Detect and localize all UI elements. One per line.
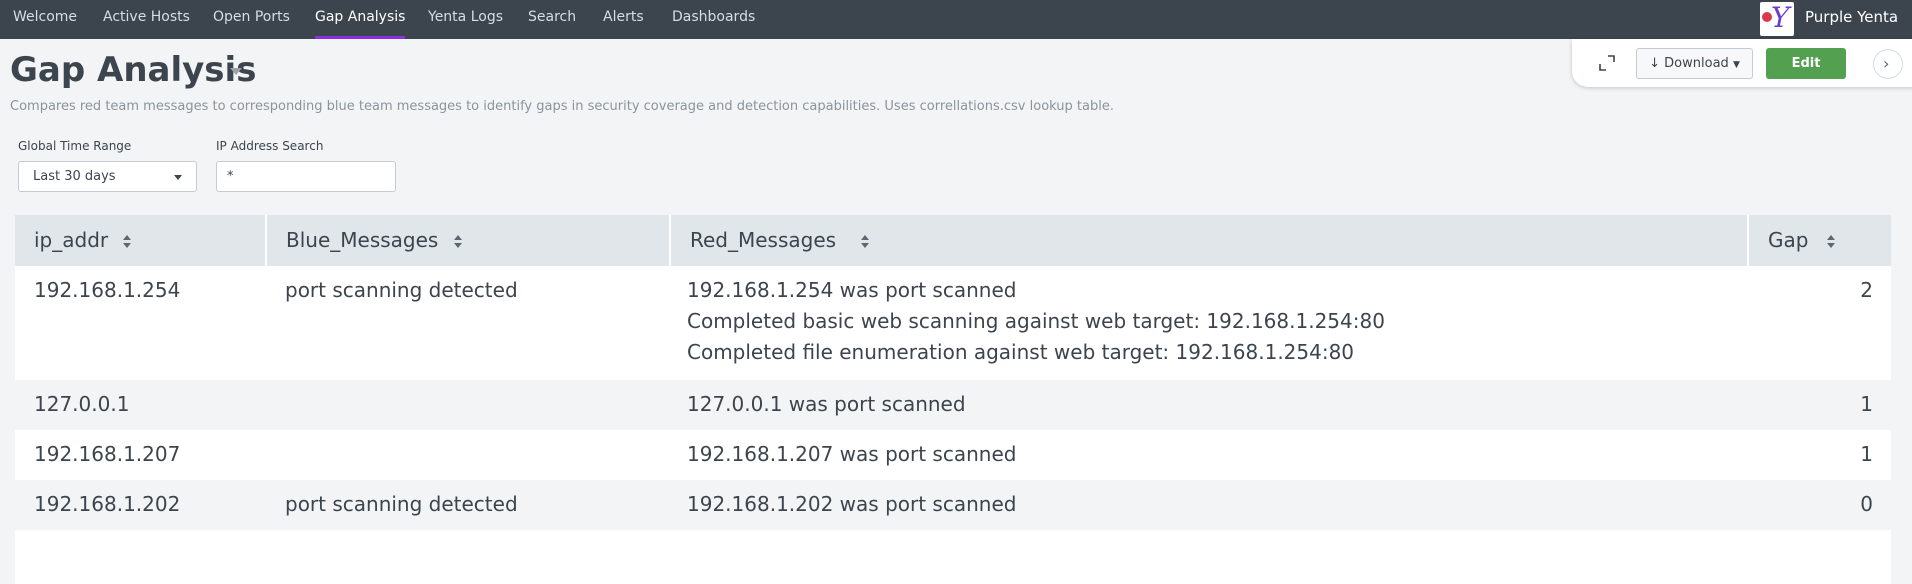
download-arrow-icon: ↓ — [1649, 56, 1661, 71]
download-label: Download — [1664, 56, 1729, 71]
time-range-value: Last 30 days — [33, 169, 116, 184]
page-title: Gap Analysis — [10, 50, 257, 90]
column-header-ip-addr[interactable]: ip_addr — [15, 215, 265, 266]
nav-item-welcome[interactable]: Welcome — [13, 0, 77, 39]
cell-ip-addr: 192.168.1.254 — [34, 278, 181, 302]
column-header-label: Red_Messages — [690, 228, 837, 252]
time-range-label: Global Time Range — [18, 139, 132, 153]
column-header-blue-messages[interactable]: Blue_Messages — [267, 215, 669, 266]
table-row[interactable]: 127.0.0.1 127.0.0.1 was port scanned 1 — [15, 380, 1891, 430]
table-row[interactable]: 192.168.1.254 port scanning detected 192… — [15, 266, 1891, 380]
column-header-gap[interactable]: Gap — [1749, 215, 1891, 266]
column-header-red-messages[interactable]: Red_Messages — [671, 215, 1747, 266]
sort-icon — [123, 235, 131, 249]
nav-item-dashboards[interactable]: Dashboards — [672, 0, 755, 39]
cell-red-message: Completed file enumeration against web t… — [687, 340, 1355, 364]
cell-ip-addr: 127.0.0.1 — [34, 392, 130, 416]
expand-icon — [1599, 55, 1615, 71]
nav-item-open-ports[interactable]: Open Ports — [213, 0, 290, 39]
sort-icon — [454, 235, 462, 249]
nav-item-active-hosts[interactable]: Active Hosts — [103, 0, 190, 39]
edit-button[interactable]: Edit — [1766, 48, 1846, 79]
ip-search-input[interactable] — [216, 161, 396, 192]
cell-red-message: 192.168.1.207 was port scanned — [687, 442, 1017, 466]
column-header-label: ip_addr — [34, 228, 109, 252]
app-logo[interactable]: Y — [1760, 1, 1794, 36]
nav-item-gap-analysis[interactable]: Gap Analysis — [315, 0, 406, 39]
cell-gap: 0 — [1860, 492, 1873, 516]
cell-gap: 1 — [1860, 392, 1873, 416]
cell-blue-message: port scanning detected — [285, 492, 518, 516]
ip-search-label: IP Address Search — [216, 139, 324, 153]
table-row[interactable]: 192.168.1.202 port scanning detected 192… — [15, 480, 1891, 530]
nav-item-alerts[interactable]: Alerts — [603, 0, 644, 39]
download-button[interactable]: ↓ Download ▼ — [1636, 48, 1753, 79]
cell-red-message: 192.168.1.202 was port scanned — [687, 492, 1017, 516]
title-menu-caret-icon[interactable] — [230, 68, 242, 75]
cell-red-message: 127.0.0.1 was port scanned — [687, 392, 966, 416]
sort-icon — [861, 235, 869, 249]
chevron-down-icon — [174, 175, 182, 180]
chevron-down-icon: ▼ — [1732, 60, 1740, 70]
sort-icon — [1827, 235, 1835, 249]
column-header-label: Gap — [1768, 228, 1809, 252]
cell-gap: 1 — [1860, 442, 1873, 466]
chevron-right-icon: › — [1883, 54, 1890, 73]
column-header-label: Blue_Messages — [286, 228, 439, 252]
fullscreen-button[interactable] — [1592, 48, 1622, 78]
next-button[interactable]: › — [1873, 49, 1903, 79]
cell-red-message: Completed basic web scanning against web… — [687, 309, 1385, 333]
cell-blue-message: port scanning detected — [285, 278, 518, 302]
cell-ip-addr: 192.168.1.202 — [34, 492, 181, 516]
app-name[interactable]: Purple Yenta — [1805, 0, 1898, 35]
top-nav: Welcome Active Hosts Open Ports Gap Anal… — [0, 0, 1912, 39]
gap-analysis-table: ip_addr Blue_Messages Red_Messages Gap 1… — [15, 215, 1891, 584]
cell-ip-addr: 192.168.1.207 — [34, 442, 181, 466]
time-range-select[interactable]: Last 30 days — [18, 161, 197, 192]
table-row[interactable]: 192.168.1.207 192.168.1.207 was port sca… — [15, 430, 1891, 480]
cell-gap: 2 — [1860, 278, 1873, 302]
cell-red-message: 192.168.1.254 was port scanned — [687, 278, 1017, 302]
logo-letter: Y — [1771, 1, 1790, 34]
page-description: Compares red team messages to correspond… — [10, 99, 1114, 114]
nav-item-search[interactable]: Search — [528, 0, 576, 39]
nav-item-yenta-logs[interactable]: Yenta Logs — [428, 0, 503, 39]
